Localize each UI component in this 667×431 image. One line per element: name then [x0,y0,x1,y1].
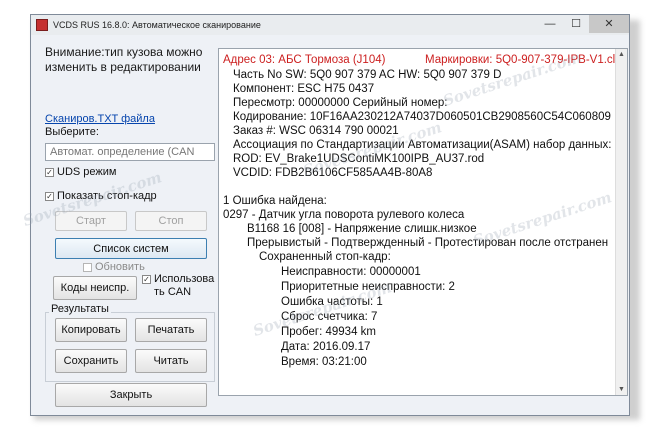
report-line: Кодирование: 10F16AA230212A74037D060501C… [233,111,611,123]
copy-button[interactable]: Копировать [55,318,127,342]
freeze-line: Дата: 2016.09.17 [281,341,371,353]
uds-mode-label: UDS режим [57,166,117,178]
body-type-warning: Внимание:тип кузова можно изменить в ред… [45,45,215,75]
system-list-button[interactable]: Список систем [55,238,207,259]
freeze-line: Неисправности: 00000001 [281,266,421,278]
report-scrollbar[interactable]: ▲ ▼ [615,49,627,395]
freeze-frame-title: Сохраненный стоп-кадр: [259,251,391,263]
title-bar[interactable]: VCDS RUS 16.8.0: Автоматическое сканиров… [31,15,629,35]
stop-button[interactable]: Стоп [135,211,207,231]
fault-code-line: 0297 - Датчик угла поворота рулевого кол… [223,209,465,221]
fault-detail-line: B1168 16 [008] - Напряжение слишк.низкое [247,223,477,235]
choose-label: Выберите: [45,126,99,138]
scan-report-pane[interactable]: Адрес 03: АБС Тормоза (J104) Маркировки:… [218,48,628,396]
freeze-line: Время: 03:21:00 [281,356,367,368]
uds-mode-checkbox[interactable]: ✓ UDS режим [45,166,116,178]
close-button[interactable]: Закрыть [55,383,207,407]
close-icon[interactable]: ✕ [589,15,629,33]
report-line: Заказ #: WSC 06314 790 00021 [233,125,399,137]
freeze-frame-checkbox[interactable]: ✓ Показать стоп-кадр [45,190,157,202]
report-line: VCDID: FDB2B6106CF585AA4B-80A8 [233,167,433,179]
scroll-up-icon[interactable]: ▲ [616,49,627,60]
use-can-line-1: Использова [154,273,215,285]
scroll-down-icon[interactable]: ▼ [616,384,627,395]
app-icon [36,19,48,31]
left-panel: Внимание:тип кузова можно изменить в ред… [31,35,219,415]
warning-line-2: изменить в редактировании [45,60,201,74]
fault-count-line: 1 Ошибка найдена: [223,195,327,207]
address-line: Адрес 03: АБС Тормоза (J104) [223,54,386,66]
checkbox-checked-icon: ✓ [45,167,54,177]
freeze-line: Приоритетные неисправности: 2 [281,281,455,293]
minimize-icon[interactable]: — [537,15,563,33]
report-line: Пересмотр: 00000000 Серийный номер: [233,97,448,109]
window-title: VCDS RUS 16.8.0: Автоматическое сканиров… [53,20,261,30]
freeze-line: Ошибка частоты: 1 [281,296,383,308]
checkbox-unchecked-icon [83,262,92,272]
maximize-icon[interactable]: ☐ [563,15,589,33]
warning-line-1: Внимание:тип кузова можно [45,45,203,59]
print-button[interactable]: Печатать [135,318,207,342]
freeze-line: Сброс счетчика: 7 [281,311,378,323]
freeze-frame-label: Показать стоп-кадр [57,190,157,202]
refresh-label: Обновить [95,261,145,273]
results-label: Результаты [49,303,111,315]
checkbox-checked-icon: ✓ [142,275,151,284]
checkbox-checked-icon: ✓ [45,191,54,201]
report-line: Компонент: ESC H75 0437 [233,83,375,95]
refresh-checkbox[interactable]: Обновить [83,261,145,273]
freeze-line: Пробег: 49934 km [281,326,376,338]
report-line: Ассоциация по Стандартизации Автоматизац… [233,139,612,151]
use-can-checkbox[interactable]: ✓ Использова ть CAN [142,273,214,299]
use-can-line-2: ть CAN [154,286,192,298]
use-can-label: Использова ть CAN [154,273,214,299]
body-type-select[interactable]: Автомат. определение (CAN [45,143,215,161]
scan-txt-link[interactable]: Сканиров.TXT файла [45,113,155,125]
save-button[interactable]: Сохранить [55,349,127,373]
marking-line: Маркировки: 5Q0-907-379-IPB-V1.clb [425,54,622,66]
report-line: Часть No SW: 5Q0 907 379 AC HW: 5Q0 907 … [233,69,502,81]
vcds-window: VCDS RUS 16.8.0: Автоматическое сканиров… [30,14,630,416]
start-button[interactable]: Старт [55,211,127,231]
fault-status-line: Прерывистый - Подтвержденный - Протестир… [247,237,609,249]
fault-codes-button[interactable]: Коды неиспр. [53,276,137,300]
read-button[interactable]: Читать [135,349,207,373]
report-line: ROD: EV_Brake1UDSContiMK100IPB_AU37.rod [233,153,485,165]
window-controls: — ☐ ✕ [537,15,629,33]
